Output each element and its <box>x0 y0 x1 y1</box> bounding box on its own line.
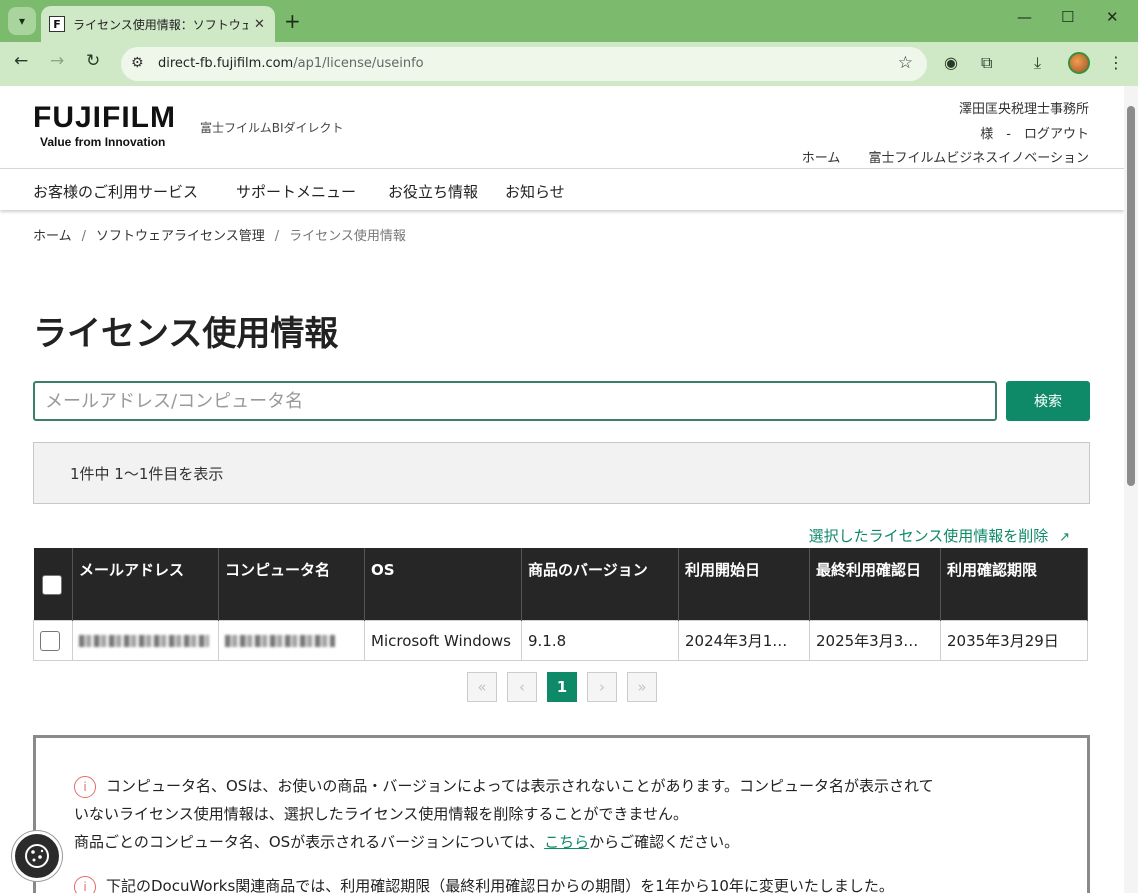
external-link-icon: ↗ <box>1059 530 1070 545</box>
here-link[interactable]: こちら <box>544 833 589 851</box>
browser-menu-icon[interactable]: ⋮ <box>1108 53 1124 72</box>
header-link-fbi[interactable]: 富士フイルムビジネスイノベーション <box>869 151 1089 166</box>
window-close-icon[interactable]: ✕ <box>1106 8 1119 26</box>
redacted-computer-name <box>225 635 335 647</box>
col-version[interactable]: 商品のバージョン <box>521 548 679 621</box>
cookie-settings-button[interactable] <box>12 831 62 881</box>
breadcrumb-home[interactable]: ホーム <box>33 229 72 244</box>
page-scrollbar[interactable] <box>1124 86 1138 893</box>
nav-item-news[interactable]: お知らせ <box>505 181 565 202</box>
profile-avatar[interactable] <box>1068 52 1090 74</box>
site-info-icon[interactable]: ⚙ <box>131 55 144 71</box>
tab-search-button[interactable]: ▾ <box>8 7 36 35</box>
license-table: メールアドレス コンピュータ名 OS 商品のバージョン 利用開始日 最終利用確認… <box>33 548 1088 661</box>
row-select-cell <box>33 620 73 661</box>
address-bar[interactable]: ⚙ direct-fb.fujifilm.com/ap1/license/use… <box>121 47 927 81</box>
page-content: FUJIFILM Value from Innovation 富士フイルムBIダ… <box>0 86 1124 893</box>
fujifilm-favicon-icon: F <box>49 16 65 32</box>
col-last-confirm[interactable]: 最終利用確認日 <box>809 548 941 621</box>
col-deadline[interactable]: 利用確認期限 <box>940 548 1088 621</box>
tab-close-icon[interactable]: ✕ <box>254 17 265 32</box>
fujifilm-logo[interactable]: FUJIFILM Value from Innovation <box>33 103 176 150</box>
info-icon: i <box>74 875 96 893</box>
new-tab-icon[interactable]: + <box>284 9 301 33</box>
notice-2: i 下記のDocuWorks関連商品では、利用確認期限（最終利用確認日からの期間）… <box>74 872 1074 893</box>
select-all-cell <box>33 548 73 621</box>
prev-page-button[interactable]: ‹ <box>507 672 537 702</box>
main-navigation: お客様のご利用サービス サポートメニュー お役立ち情報 お知らせ <box>0 168 1124 210</box>
table-header-row: メールアドレス コンピュータ名 OS 商品のバージョン 利用開始日 最終利用確認… <box>33 548 1088 621</box>
breadcrumb-parent[interactable]: ソフトウェアライセンス管理 <box>96 229 265 244</box>
bookmark-star-icon[interactable]: ☆ <box>898 53 913 73</box>
table-row[interactable]: Microsoft Windows 9.1.8 2024年3月1… 2025年3… <box>33 620 1088 661</box>
start-date-cell: 2024年3月1… <box>678 620 810 661</box>
browser-tab[interactable]: F ライセンス使用情報：ソフトウェアライセ ✕ <box>41 6 275 42</box>
back-icon[interactable]: ← <box>14 51 28 71</box>
computer-cell <box>218 620 365 661</box>
extensions-icon[interactable]: ⧉ <box>981 53 992 73</box>
col-os[interactable]: OS <box>364 548 522 621</box>
last-page-button[interactable]: » <box>627 672 657 702</box>
download-icon[interactable]: ⤓ <box>1034 53 1041 73</box>
delete-selected-link[interactable]: 選択したライセンス使用情報を削除 ↗ <box>809 525 1070 546</box>
os-cell: Microsoft Windows <box>364 620 522 661</box>
reload-icon[interactable]: ↻ <box>86 51 100 71</box>
url-text: direct-fb.fujifilm.com/ap1/license/usein… <box>158 56 424 71</box>
col-computer[interactable]: コンピュータ名 <box>218 548 365 621</box>
header-links: ホーム 富士フイルムビジネスイノベーション <box>778 147 1089 166</box>
page-title: ライセンス使用情報 <box>33 314 339 354</box>
cookie-icon <box>25 844 49 868</box>
version-cell: 9.1.8 <box>521 620 679 661</box>
color-extension-icon[interactable]: ◉ <box>944 53 958 72</box>
search-button[interactable]: 検索 <box>1006 381 1090 421</box>
col-email[interactable]: メールアドレス <box>72 548 219 621</box>
nav-item-support[interactable]: サポートメニュー <box>236 181 356 202</box>
forward-icon[interactable]: → <box>50 51 64 71</box>
result-count: 1件中 1〜1件目を表示 <box>70 465 224 483</box>
user-logout[interactable]: 様 - ログアウト <box>980 123 1089 142</box>
deadline-cell: 2035年3月29日 <box>940 620 1088 661</box>
info-icon: i <box>74 775 96 798</box>
last-confirm-cell: 2025年3月3… <box>809 620 941 661</box>
select-all-checkbox[interactable] <box>41 574 62 595</box>
first-page-button[interactable]: « <box>467 672 497 702</box>
next-page-button[interactable]: › <box>587 672 617 702</box>
col-start-date[interactable]: 利用開始日 <box>678 548 810 621</box>
nav-item-services[interactable]: お客様のご利用サービス <box>33 181 198 202</box>
company-name: 澤田匡央税理士事務所 <box>958 102 1089 117</box>
maximize-icon[interactable]: ☐ <box>1061 8 1074 26</box>
browser-titlebar: ▾ F ライセンス使用情報：ソフトウェアライセ ✕ + — ☐ ✕ <box>0 0 1138 42</box>
brand-subtitle: 富士フイルムBIダイレクト <box>200 121 344 135</box>
result-count-box: 1件中 1〜1件目を表示 <box>33 442 1090 504</box>
breadcrumb-current: ライセンス使用情報 <box>289 229 406 244</box>
redacted-email <box>79 635 209 647</box>
search-input[interactable] <box>33 381 997 421</box>
page-1-button[interactable]: 1 <box>547 672 577 702</box>
notice-1: i コンピュータ名、OSは、お使いの商品・バージョンによっては表示されないことがあ… <box>74 775 934 851</box>
breadcrumb: ホーム / ソフトウェアライセンス管理 / ライセンス使用情報 <box>33 229 406 244</box>
header-link-home[interactable]: ホーム <box>802 151 841 166</box>
row-checkbox[interactable] <box>40 630 60 651</box>
tab-title: ライセンス使用情報：ソフトウェアライセ <box>73 17 248 32</box>
scrollbar-thumb[interactable] <box>1127 106 1135 486</box>
email-cell <box>72 620 219 661</box>
minimize-icon[interactable]: — <box>1017 8 1032 26</box>
browser-toolbar: ← → ↻ ⚙ direct-fb.fujifilm.com/ap1/licen… <box>0 42 1138 86</box>
notice-box: i コンピュータ名、OSは、お使いの商品・バージョンによっては表示されないことがあ… <box>33 735 1090 893</box>
nav-item-info[interactable]: お役立ち情報 <box>388 181 478 202</box>
